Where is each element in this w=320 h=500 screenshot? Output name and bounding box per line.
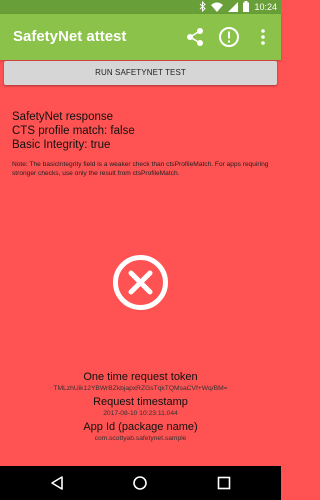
app-title: SafetyNet attest	[13, 28, 127, 45]
timestamp-value: 2017-08-10 10:23:11.044	[103, 410, 178, 417]
recents-icon[interactable]	[216, 475, 232, 491]
share-icon[interactable]	[183, 25, 207, 49]
timestamp-label: Request timestamp	[93, 396, 188, 408]
run-safetynet-test-button[interactable]: RUN SAFETYNET TEST	[4, 61, 277, 85]
home-icon[interactable]	[132, 475, 148, 491]
cell-signal-icon	[228, 1, 239, 12]
battery-icon	[243, 1, 250, 12]
result-heading: SafetyNet response	[12, 111, 114, 123]
alert-icon[interactable]	[217, 25, 241, 49]
app-bar: SafetyNet attest	[0, 14, 281, 60]
cts-profile-match: CTS profile match: false	[12, 125, 135, 137]
status-time: 10:24	[254, 1, 277, 12]
overflow-menu-icon[interactable]	[251, 25, 275, 49]
navigation-bar	[0, 466, 281, 500]
app-id-label: App Id (package name)	[83, 421, 198, 433]
back-icon[interactable]	[49, 475, 65, 491]
token-label: One time request token	[83, 371, 198, 383]
status-bar: 10:24	[0, 0, 281, 14]
app-id-value: com.scottyab.safetynet.sample	[94, 435, 187, 442]
safetynet-result: SafetyNet response CTS profile match: fa…	[12, 110, 272, 178]
request-info: One time request token TMLzhUik12YBWrBZk…	[0, 371, 281, 446]
basic-integrity: Basic Integrity: true	[12, 139, 111, 151]
error-x-circle-icon	[112, 254, 169, 311]
wifi-icon	[211, 2, 224, 12]
token-value: TMLzhUik12YBWrBZkbjapxRZGsTqkTQMsaCVf+Wq…	[53, 385, 228, 392]
bluetooth-icon	[199, 1, 207, 12]
basic-integrity-note: Note: The basicIntegrity field is a weak…	[12, 161, 269, 177]
